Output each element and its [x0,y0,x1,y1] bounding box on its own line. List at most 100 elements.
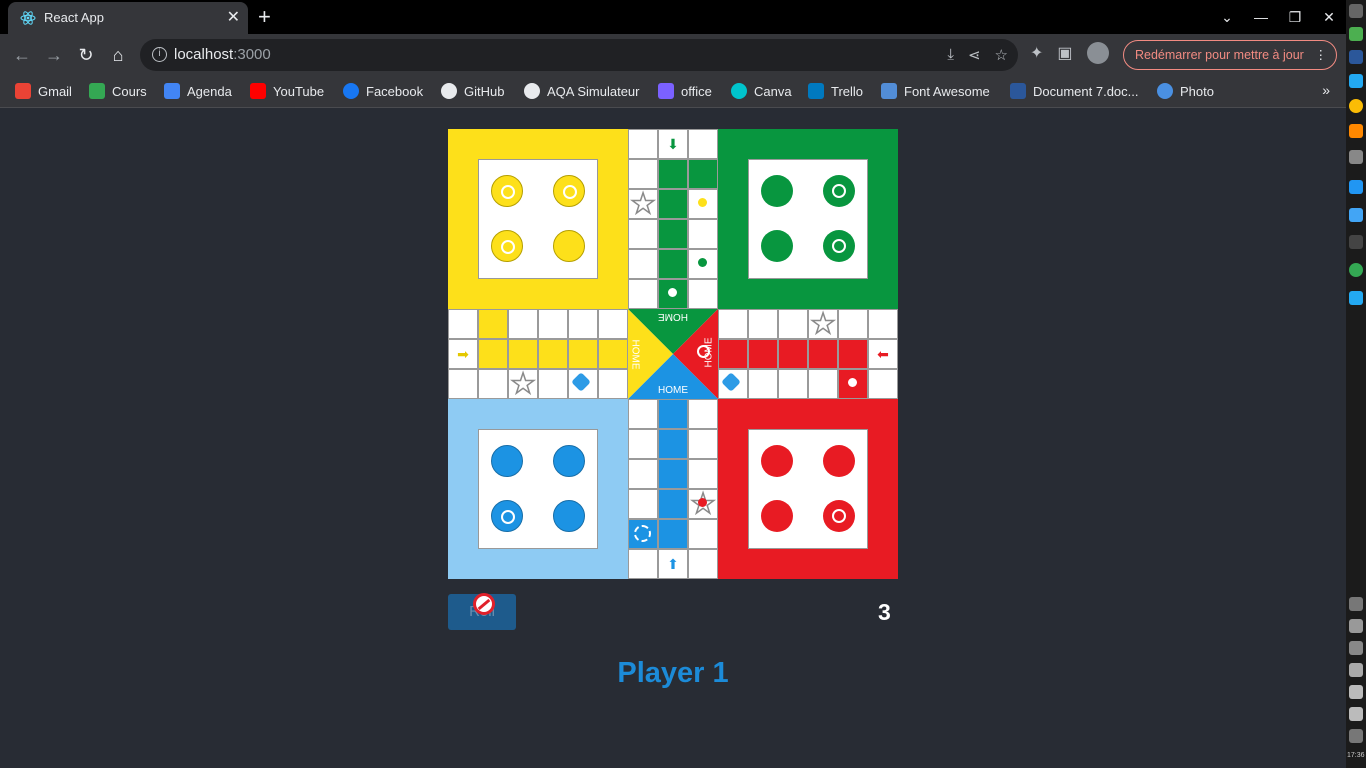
vscode-active-icon[interactable] [1349,291,1363,305]
youtube-icon [250,83,266,99]
track-cell [598,309,628,339]
red-token[interactable] [761,445,793,477]
green-ring-piece[interactable] [666,286,679,299]
blue-token[interactable] [491,500,523,532]
track-cell [598,369,628,399]
tab-search-icon[interactable]: ⌄ [1210,0,1244,34]
terminal-icon[interactable] [1349,235,1363,249]
bookmark-agenda[interactable]: Agenda [164,83,232,99]
chrome-icon[interactable] [1349,99,1363,113]
chevron-left-icon[interactable] [1349,729,1363,743]
blue-active-piece[interactable] [634,525,651,542]
notification-icon[interactable] [1349,4,1363,18]
bookmark-star-icon[interactable]: ☆ [995,46,1008,64]
clock: 17:36 [1347,752,1365,759]
clipboard-icon[interactable] [1349,619,1363,633]
track-cell [688,549,718,579]
track-cell [808,339,838,369]
office-icon [658,83,674,99]
close-window-icon[interactable]: ✕ [1312,0,1346,34]
bookmark-youtube[interactable]: YouTube [250,83,324,99]
bookmark-document[interactable]: Document 7.doc... [1010,83,1139,99]
green-token[interactable] [761,175,793,207]
red-ring-piece[interactable] [846,376,859,389]
green-token[interactable] [823,175,855,207]
token-ring [501,240,515,254]
track-cell [658,189,688,219]
bookmark-canva[interactable]: Canva [731,83,792,99]
blue-token[interactable] [553,500,585,532]
site-info-icon[interactable]: i [152,47,167,62]
track-cell [748,309,778,339]
blue-home-inner [478,429,598,549]
yellow-token[interactable] [491,175,523,207]
yellow-token[interactable] [491,230,523,262]
address-bar[interactable]: i localhost:3000 ⤓ ⋖ ☆ [140,39,1018,71]
red-token[interactable] [823,445,855,477]
flag-icon [881,83,897,99]
yellow-token[interactable] [553,230,585,262]
vscode-icon[interactable] [1349,74,1363,88]
track-cell [508,309,538,339]
volume-icon[interactable] [1349,707,1363,721]
bookmark-photo[interactable]: Photo [1157,83,1214,99]
yellow-piece[interactable] [698,198,707,207]
yellow-token[interactable] [553,175,585,207]
back-icon[interactable]: ← [10,43,34,67]
browser-tab[interactable]: React App ✕ [8,2,248,34]
tray-icon[interactable] [1349,597,1363,611]
red-piece[interactable] [698,498,707,507]
forward-icon[interactable]: → [42,43,66,67]
reload-icon[interactable]: ↻ [74,43,98,67]
word-taskbar-icon[interactable] [1349,50,1363,64]
not-allowed-icon [473,593,495,615]
blue-token[interactable] [491,445,523,477]
side-panel-icon[interactable]: ▣ [1057,43,1072,63]
new-tab-icon[interactable]: + [258,4,271,30]
restore-icon[interactable]: ❐ [1278,0,1312,34]
browser-toolbar: ← → ↻ ⌂ i localhost:3000 ⤓ ⋖ ☆ ✦ ▣ Redém… [0,34,1346,76]
track-cell [718,309,748,339]
track-cell [838,339,868,369]
track-cell [688,459,718,489]
minimize-icon[interactable]: — [1244,0,1278,34]
tab-close-icon[interactable]: ✕ [227,7,240,27]
menu-dots-icon[interactable]: ⋮ [1315,41,1328,69]
bookmark-office[interactable]: office [658,83,712,99]
green-piece[interactable] [698,258,707,267]
track-cell [658,459,688,489]
vlc-icon[interactable] [1349,124,1363,138]
bookmark-trello[interactable]: Trello [808,83,863,99]
avatar[interactable] [1086,42,1109,64]
install-icon[interactable]: ⤓ [947,46,954,64]
extensions-icon[interactable]: ✦ [1030,43,1043,63]
bookmark-cours[interactable]: Cours [89,83,147,99]
green-token[interactable] [761,230,793,262]
track-cell [658,249,688,279]
update-button[interactable]: Redémarrer pour mettre à jour ⋮ [1123,40,1337,70]
blue-token[interactable] [553,445,585,477]
bookmark-font-awesome[interactable]: Font Awesome [881,83,990,99]
app-icon[interactable] [1349,27,1363,41]
red-token[interactable] [823,500,855,532]
bookmark-aqa[interactable]: AQA Simulateur [524,83,640,99]
bookmark-gmail[interactable]: Gmail [15,83,72,99]
chrome-active-icon[interactable] [1349,263,1363,277]
green-token[interactable] [823,230,855,262]
home-icon[interactable]: ⌂ [106,43,130,67]
wifi-icon[interactable] [1349,685,1363,699]
bookmark-github[interactable]: GitHub [441,83,504,99]
track-cell [748,339,778,369]
track-cell [688,429,718,459]
store-icon[interactable] [1349,180,1363,194]
battery-icon[interactable] [1349,641,1363,655]
share-icon[interactable]: ⋖ [968,46,981,64]
power-icon[interactable] [1349,663,1363,677]
folder-icon[interactable] [1349,208,1363,222]
bookmark-facebook[interactable]: Facebook [343,83,423,99]
token-ring [832,239,846,253]
arrow-left-icon: ⬅ [877,345,889,362]
bookmarks-more-icon[interactable]: » [1322,82,1330,98]
red-token[interactable] [761,500,793,532]
settings-icon[interactable] [1349,150,1363,164]
